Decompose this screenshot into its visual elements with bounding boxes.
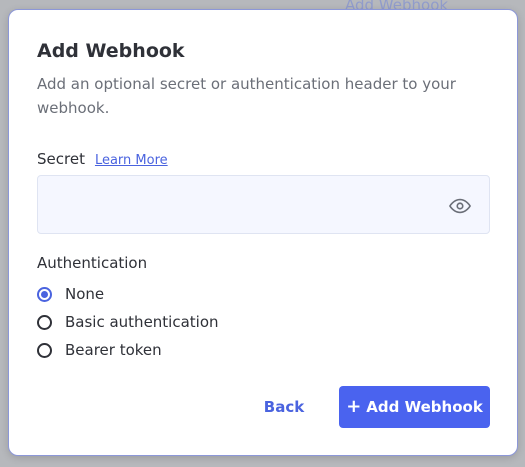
radio-button-selected[interactable] <box>37 286 52 302</box>
radio-option-bearer-token[interactable]: Bearer token <box>37 336 219 364</box>
radio-button[interactable] <box>37 314 52 330</box>
radio-label-basic-auth: Basic authentication <box>65 313 219 331</box>
dialog-description: Add an optional secret or authentication… <box>37 75 456 117</box>
radio-option-basic-auth[interactable]: Basic authentication <box>37 308 219 336</box>
add-webhook-dialog: Add Webhook Add an optional secret or au… <box>8 9 518 456</box>
eye-icon[interactable] <box>449 195 471 217</box>
radio-option-none[interactable]: None <box>37 280 219 308</box>
add-webhook-button-label: Add Webhook <box>366 398 483 416</box>
authentication-label: Authentication <box>37 254 148 272</box>
dialog-title: Add Webhook <box>37 40 185 62</box>
radio-button[interactable] <box>37 342 52 358</box>
radio-label-bearer-token: Bearer token <box>65 341 162 359</box>
add-webhook-button[interactable]: + Add Webhook <box>339 386 490 428</box>
plus-icon: + <box>346 396 362 417</box>
radio-label-none: None <box>65 285 105 303</box>
back-button[interactable]: Back <box>254 387 314 427</box>
secret-label: Secret <box>37 150 85 168</box>
secret-input[interactable] <box>37 175 490 234</box>
secret-label-row: Secret Learn More <box>37 150 168 168</box>
learn-more-link[interactable]: Learn More <box>95 153 168 168</box>
authentication-radio-group: None Basic authentication Bearer token <box>37 280 219 364</box>
